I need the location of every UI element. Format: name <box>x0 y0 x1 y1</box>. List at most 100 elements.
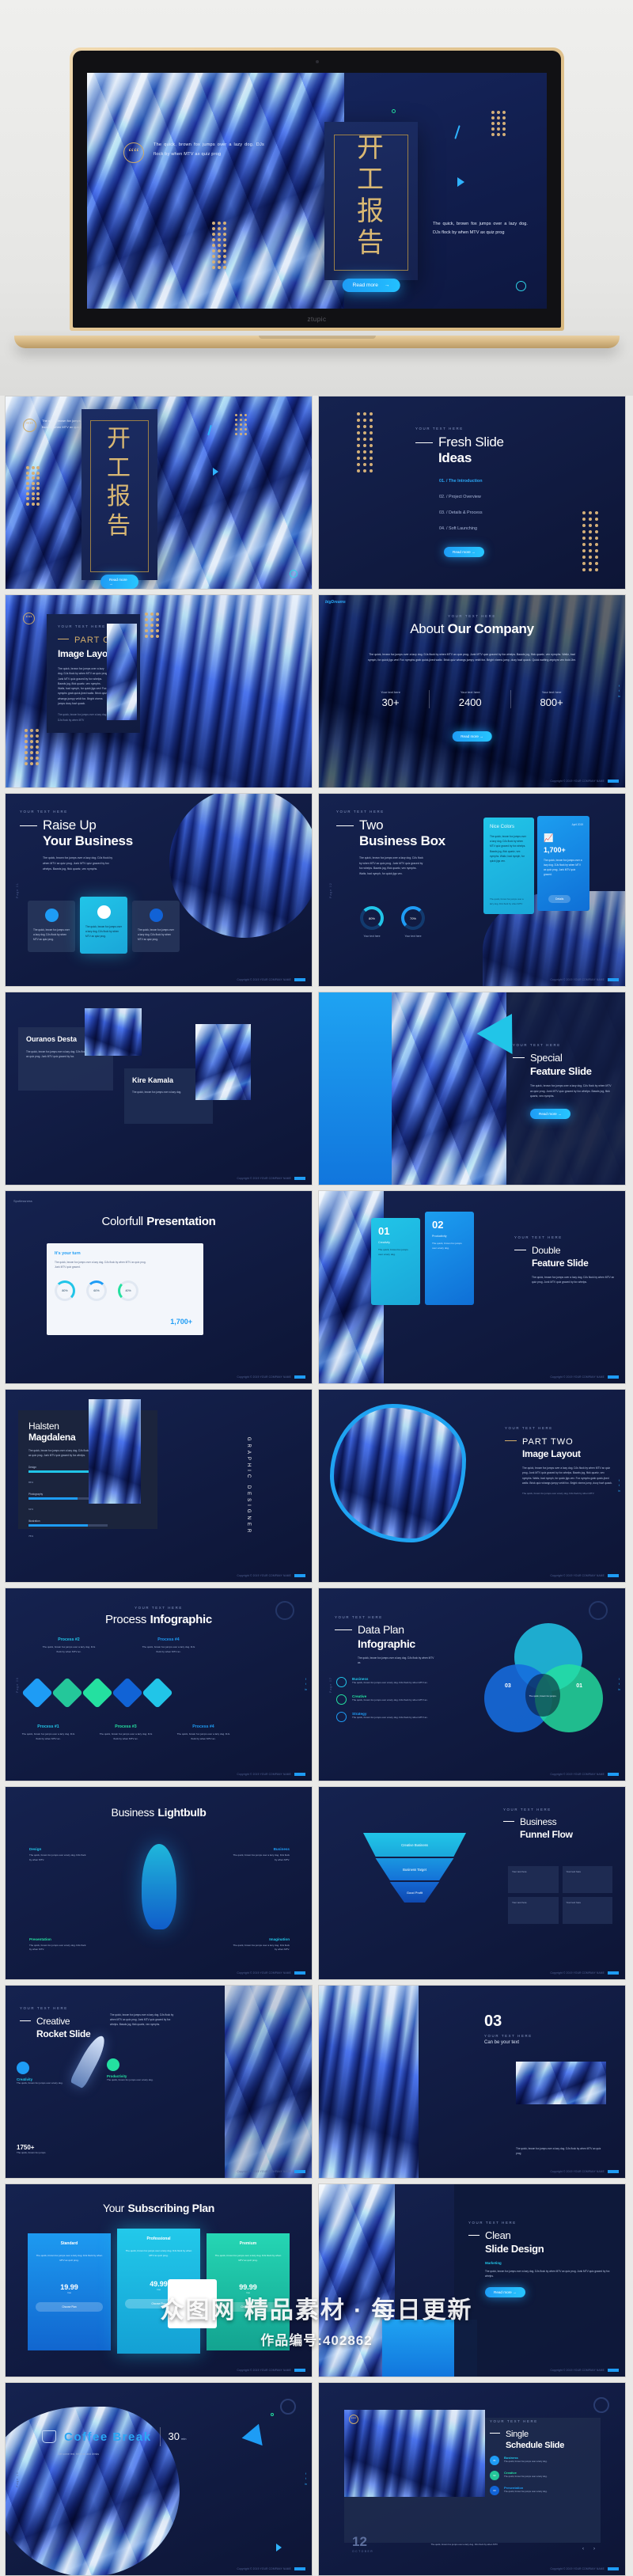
stat-item: Your text here 30+ <box>381 690 400 708</box>
rule-decoration <box>336 825 354 827</box>
body-text: The quick, brown fox jumps over a lazy d… <box>358 1656 434 1665</box>
slide-cover[interactable]: ““ The quick, brown fox jumps over a laz… <box>5 396 313 590</box>
small-dot-icon <box>392 109 396 113</box>
item-text: The quick, brown fox jumps over a lazy d… <box>352 1716 428 1719</box>
slide-subscribing-plan[interactable]: Your Subscribing Plan Standard The quick… <box>5 2183 313 2377</box>
coffee-title: Coffee Break <box>64 2430 152 2444</box>
schedule-item: 02 Creative The quick, brown fox jumps o… <box>490 2471 594 2480</box>
title-thin: Special <box>530 1052 563 1064</box>
nice-colors-box[interactable]: Nice Colors The quick, brown fox jumps o… <box>483 818 534 914</box>
slide-heading-block: Your text here Double Feature Slide The … <box>514 1235 616 1285</box>
details-button[interactable]: Details <box>548 895 571 903</box>
feature-card-active[interactable]: The quick, brown fox jumps over a lazy d… <box>80 897 127 954</box>
dot-grid-left <box>357 412 373 472</box>
list-item[interactable]: 04. / Soft Launching <box>439 526 484 531</box>
social-links[interactable]: f t in <box>618 683 620 699</box>
button-label: Read more <box>109 578 127 582</box>
slide-03-section[interactable]: 03 Your text here Can be your text The q… <box>318 1985 626 2179</box>
quote-text: The quick, brown fox jumps over a lazy d… <box>516 2146 601 2155</box>
social-links[interactable]: f t in <box>305 1676 307 1692</box>
slide-creative-rocket[interactable]: Your text here Creative Rocket Slide The… <box>5 1985 313 2179</box>
read-more-label: Read more <box>352 283 378 288</box>
kicker: Your text here <box>468 2221 517 2225</box>
schedule-item: 03 Presentation The quick, brown fox jum… <box>490 2486 594 2495</box>
plan-unit: /mo <box>245 2291 250 2295</box>
title-thin: PART TWO <box>522 1437 574 1447</box>
feature-card[interactable]: The quick, brown fox jumps over a lazy d… <box>132 901 180 952</box>
slide-business-lightbulb[interactable]: Business Lightbulb Design The quick, bro… <box>5 1786 313 1980</box>
slide-single-schedule[interactable]: ““ Your text here Single Schedule Slide … <box>318 2382 626 2576</box>
process-node-01 <box>21 1677 53 1709</box>
slide-about-our-company[interactable]: bigDreams Your text here About Our Compa… <box>318 594 626 788</box>
card[interactable]: Your text here <box>508 1897 559 1924</box>
slide-image-layout-part-two[interactable]: Your text here PART TWO Image Layout The… <box>318 1389 626 1583</box>
slide-coffee-break[interactable]: Coffee Break 30 min Get some rest, fresh … <box>5 2382 313 2576</box>
nav-next-button[interactable]: › <box>593 2547 595 2551</box>
feature-box-02[interactable]: 02 Productivity The quick, brown fox jum… <box>425 1212 474 1305</box>
slide-raise-up-your-business[interactable]: Your text here Raise Up Your Business Th… <box>5 793 313 987</box>
node-creativity: Creativity The quick, brown fox jumps ov… <box>17 2062 75 2086</box>
slide-special-feature[interactable]: Your text here Special Feature Slide The… <box>318 992 626 1186</box>
date-block: 12 OCTOBER <box>352 2534 373 2553</box>
choose-plan-button[interactable]: Choose Plan <box>36 2302 103 2312</box>
slide-footer: Copyright © 2019 YOUR COMPANY NAME <box>551 1971 619 1975</box>
node-text: The quick, brown fox jumps over a lazy d… <box>233 1943 290 1952</box>
slide-process-infographic[interactable]: Your text here Process Infographic Proce… <box>5 1588 313 1781</box>
slide-image-layout-part-one[interactable]: ““ Your text here PART ONE Image Layout … <box>5 594 313 788</box>
feature-box-01[interactable]: 01 Creativity The quick, brown fox jumps… <box>371 1218 420 1305</box>
blue-side-panel <box>319 992 392 1185</box>
choose-plan-button[interactable]: Choose Plan <box>214 2302 282 2312</box>
pricing-card-standard[interactable]: Standard The quick, brown fox jumps over… <box>28 2233 111 2350</box>
social-links[interactable]: f t in <box>618 1478 620 1493</box>
stats-box[interactable]: April 2019 📈 1,700+ The quick, brown fox… <box>537 816 589 911</box>
divider <box>159 2427 161 2446</box>
node-productivity: Productivity The quick, brown fox jumps … <box>107 2058 165 2083</box>
slide-ouranos-desta[interactable]: Ouranos Desta The quick, brown fox jumps… <box>5 992 313 1186</box>
read-more-button[interactable]: Read more → <box>485 2287 525 2298</box>
slide-double-feature[interactable]: 01 Creativity The quick, brown fox jumps… <box>318 1190 626 1384</box>
pricing-cards: Standard The quick, brown fox jumps over… <box>28 2229 290 2354</box>
slide-clean-slide-design[interactable]: Your text here Clean Slide Design Market… <box>318 2183 626 2377</box>
pricing-card-premium[interactable]: Premium The quick, brown fox jumps over … <box>207 2233 290 2350</box>
hero-read-more-button[interactable]: Read more → <box>342 279 400 292</box>
list-item[interactable]: 03. / Details & Process <box>439 510 484 515</box>
card[interactable]: Your text here <box>562 1897 612 1924</box>
portrait-image <box>89 1399 141 1504</box>
play-triangle-icon <box>457 177 464 187</box>
cover-read-more-button[interactable]: Read more → <box>100 575 138 589</box>
read-more-button[interactable]: Read more → <box>444 547 484 557</box>
ring-value: 80% <box>360 906 384 930</box>
slash-decoration <box>454 125 461 139</box>
ring-value: 70% <box>401 906 425 930</box>
slide-colorfull-presentation[interactable]: Spotlessness Colorfull Presentation It's… <box>5 1190 313 1384</box>
read-more-button[interactable]: Read more → <box>530 1108 570 1119</box>
slide-halsten-magdalena[interactable]: Halsten Magdalena The quick, brown fox j… <box>5 1389 313 1583</box>
slide-business-funnel-flow[interactable]: Your text here Business Funnel Flow Crea… <box>318 1786 626 1980</box>
slide-data-plan-infographic[interactable]: Your text here Data Plan Infographic The… <box>318 1588 626 1781</box>
feature-card[interactable]: The quick, brown fox jumps over a lazy d… <box>28 901 75 952</box>
stat-item: Your text here 800+ <box>540 690 563 708</box>
funnel-level-3: Good Profit <box>389 1882 440 1903</box>
slide-fresh-slide-ideas[interactable]: Your text here Fresh Slide Ideas 01. / T… <box>318 396 626 590</box>
minutes: 30 <box>168 2430 180 2442</box>
slide-heading-block: Your text here Fresh Slide Ideas <box>415 427 504 466</box>
month: OCTOBER <box>352 2550 374 2553</box>
step-title: Process #3 <box>115 1724 137 1729</box>
slide-two-business-box[interactable]: Your text here Two Business Box The quic… <box>318 793 626 987</box>
node-text: The quick, brown fox jumps over a lazy d… <box>17 2081 63 2085</box>
social-links[interactable]: f t in <box>618 1676 620 1692</box>
lightbulb-icon <box>97 905 111 919</box>
panel-body: The quick, brown fox jumps over a lazy d… <box>55 1261 146 1269</box>
minutes-unit: min <box>181 2437 187 2441</box>
hero-mockup-section: ““ The quick, brown fox jumps over a laz… <box>0 0 633 396</box>
list-item[interactable]: 02. / Project Overview <box>439 495 484 499</box>
box-value: 1,700+ <box>544 846 566 854</box>
card[interactable]: Your text here <box>508 1866 559 1893</box>
list-item[interactable]: 01. / The Introduction <box>439 479 484 484</box>
card[interactable]: Your text here <box>562 1866 612 1893</box>
social-links[interactable]: f t in <box>305 2471 307 2487</box>
read-more-button[interactable]: Read more → <box>452 731 492 742</box>
nav-prev-button[interactable]: ‹ <box>582 2547 584 2551</box>
stat-label: Your text here <box>381 690 400 694</box>
title-bold: Infographic <box>358 1637 415 1650</box>
